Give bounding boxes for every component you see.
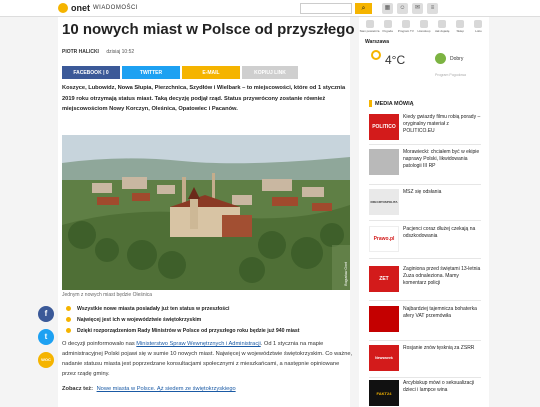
woc-icon[interactable]: WOC: [38, 352, 54, 368]
highlight-item: Dzięki rozporządzeniom Rady Ministrów w …: [66, 325, 300, 336]
article-photo[interactable]: Bogusław Onet: [62, 135, 350, 290]
city-select[interactable]: Warszawa: [365, 39, 485, 45]
search-input[interactable]: [300, 3, 352, 14]
see-also-label: Zobacz też:: [62, 386, 93, 392]
nav-item-tv[interactable]: Program TV: [398, 20, 414, 33]
share-email-button[interactable]: E-MAIL: [182, 66, 240, 79]
star-icon: [419, 20, 428, 28]
air-quality-status: Dobry: [450, 56, 464, 62]
menu-icon[interactable]: ≡: [427, 3, 438, 14]
divider: [369, 300, 481, 301]
news-thumb: FAKT24: [369, 380, 399, 406]
nav-item-horoscope[interactable]: Horoskop: [417, 20, 430, 33]
news-item[interactable]: RZECZPOSPOLITA MSZ się odsłania: [369, 189, 481, 215]
logo-subtitle: WIADOMOŚCI: [93, 5, 138, 11]
news-thumb: [369, 306, 399, 332]
cloud-icon: [383, 20, 392, 28]
news-item[interactable]: Prawo.pl Pacjenci coraz dłużej czekają n…: [369, 226, 481, 252]
news-item[interactable]: Najbardziej tajemnicza bohaterka afery V…: [369, 306, 481, 332]
sun-icon: [371, 50, 381, 60]
nav-item-weather[interactable]: Pogoda: [381, 20, 394, 33]
search-button[interactable]: ⌕: [355, 3, 372, 14]
photo-caption: Jednym z nowych miast będzie Oleśnica: [62, 292, 153, 298]
news-thumb: RZECZPOSPOLITA: [369, 189, 399, 215]
town-aerial-image: [62, 135, 350, 290]
twitter-icon[interactable]: t: [38, 329, 54, 345]
bullet-icon: [66, 306, 71, 311]
lotto-icon: [474, 20, 483, 28]
news-item[interactable]: ZET Zaginiona przed świętami 13-letnia Z…: [369, 266, 481, 292]
air-quality-source: Program Pogodowa: [435, 73, 466, 77]
news-title: Pacjenci coraz dłużej czekają na odszkod…: [403, 226, 476, 239]
news-title: Kiedy gwiazdy filmu robią porady – orygi…: [403, 114, 481, 134]
nav-item-lotto[interactable]: Lotto: [472, 20, 485, 33]
news-title: Rosjanie znów tęsknią za ZSRR: [403, 345, 475, 351]
ministry-link[interactable]: Ministerstwo Spraw Wewnętrznych i Admini…: [136, 341, 260, 347]
bullet-icon: [66, 317, 71, 322]
see-also-link[interactable]: Nowe miasta w Polsce. Ąż siedem ze święt…: [97, 386, 236, 392]
publish-date: dzisiaj 10:52: [106, 49, 135, 55]
share-facebook-button[interactable]: FACEBOOK | 0: [62, 66, 120, 79]
media-section-title: MEDIA MÓWIĄ: [369, 100, 414, 107]
news-title: Zaginiona przed świętami 13-letnia Zuza …: [403, 266, 481, 286]
see-also: Zobacz też: Nowe miasta w Polsce. Ąż sie…: [62, 386, 236, 392]
news-title: MSZ się odsłania: [403, 189, 442, 195]
bullet-icon: [66, 328, 71, 333]
divider: [369, 184, 481, 185]
byline: PIOTR HALICKI dzisiaj 10:52: [62, 49, 134, 55]
highlight-item: Najwięcej jest ich w województwie święto…: [66, 314, 300, 325]
photo-credit: Bogusław Onet: [344, 262, 348, 286]
news-thumb: Newsweek: [369, 345, 399, 371]
highlight-item: Wszystkie nowe miasta posiadały już ten …: [66, 303, 300, 314]
article-title: 10 nowych miast w Polsce od przyszłego r…: [62, 21, 392, 38]
news-title: Arcybiskup mówi o seksualizacji dzieci i…: [403, 380, 475, 393]
tv-icon: [401, 20, 410, 28]
nav-item-shop[interactable]: Sklep: [454, 20, 467, 33]
facebook-icon[interactable]: f: [38, 306, 54, 322]
mail-icon[interactable]: ✉: [412, 3, 423, 14]
divider: [369, 377, 481, 378]
car-icon: [438, 20, 447, 28]
share-bar: FACEBOOK | 0 TWITTER E-MAIL KOPIUJ LINK: [62, 66, 298, 79]
divider: [369, 340, 481, 341]
weather-widget[interactable]: Warszawa 4°C Dobry Program Pogodowa: [365, 39, 485, 77]
news-item[interactable]: Newsweek Rosjanie znów tęsknią za ZSRR: [369, 345, 481, 371]
temperature: 4°C: [385, 53, 406, 67]
top-bar: onet WIADOMOŚCI ⌕ ▦ ☺ ✉ ≡: [0, 0, 540, 17]
divider: [369, 258, 481, 259]
onet-logo[interactable]: onet WIADOMOŚCI: [58, 3, 138, 13]
cart-icon: [456, 20, 465, 28]
user-icon[interactable]: ☺: [397, 3, 408, 14]
nav-item-directions[interactable]: Jak dojadę: [435, 20, 449, 33]
accent-bar: [369, 100, 372, 107]
logo-dot-icon: [58, 3, 68, 13]
divider: [369, 220, 481, 221]
news-thumb: POLITICO: [369, 114, 399, 140]
news-title: Najbardziej tajemnicza bohaterka afery V…: [403, 306, 477, 319]
copy-link-button[interactable]: KOPIUJ LINK: [242, 66, 298, 79]
share-twitter-button[interactable]: TWITTER: [122, 66, 180, 79]
news-thumb: Prawo.pl: [369, 226, 399, 252]
news-item[interactable]: Morawiecki: chciałem być w ekipie napraw…: [369, 149, 481, 175]
air-icon: [365, 20, 374, 28]
logo-text: onet: [71, 3, 90, 13]
article-body: O decyzji poinformowało nas Ministerstwo…: [62, 341, 353, 377]
article-lead: Koszyce, Lubowidz, Nowa Słupia, Pierzchn…: [62, 85, 346, 112]
news-item[interactable]: POLITICO Kiedy gwiazdy filmu robią porad…: [369, 114, 481, 140]
news-title: Morawiecki: chciałem być w ekipie napraw…: [403, 149, 480, 169]
grid-icon[interactable]: ▦: [382, 3, 393, 14]
nav-item-air[interactable]: Stan powietrza: [360, 20, 379, 33]
sidebar-nav: Stan powietrza Pogoda Program TV Horosko…: [359, 20, 489, 33]
air-quality-icon: [435, 53, 446, 64]
highlights-list: Wszystkie nowe miasta posiadały już ten …: [66, 303, 300, 336]
news-thumb: ZET: [369, 266, 399, 292]
author[interactable]: PIOTR HALICKI: [62, 49, 99, 55]
divider: [369, 144, 481, 145]
news-item[interactable]: FAKT24 Arcybiskup mówi o seksualizacji d…: [369, 380, 481, 406]
news-thumb: [369, 149, 399, 175]
